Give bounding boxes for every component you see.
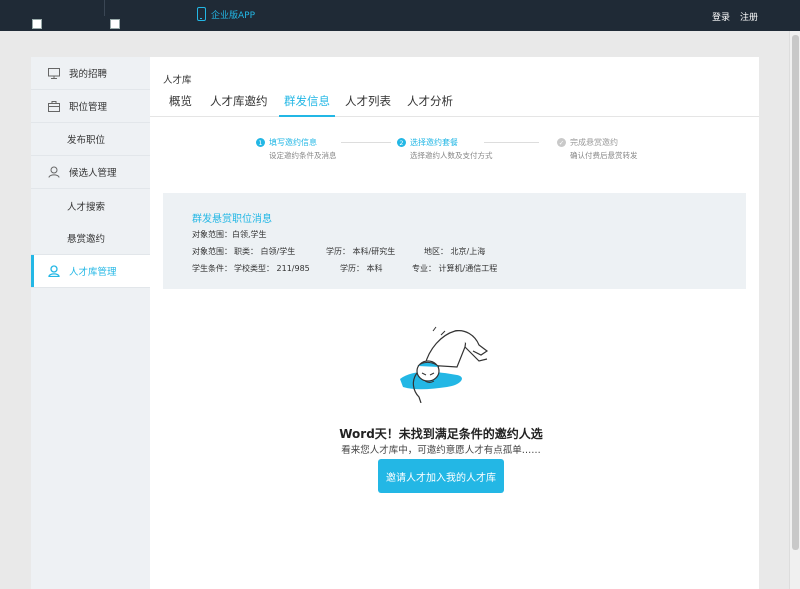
breadcrumb: 人才库 <box>163 75 192 86</box>
info-education: 学历： 本科 <box>340 264 383 273</box>
monitor-icon <box>48 67 60 79</box>
sidebar-item-label: 人才库管理 <box>69 267 117 278</box>
sidebar-item-reward-invite[interactable]: 悬赏邀约 <box>31 222 150 255</box>
sidebar-item-label: 悬赏邀约 <box>67 234 106 245</box>
sidebar-item-talent-search[interactable]: 人才搜索 <box>31 189 150 222</box>
info-target-detail: 对象范围： 职类： 白领/学生 学历： 本科/研究生 地区： 北京/上海 <box>192 246 485 257</box>
step-title: 选择邀约套餐 <box>410 138 458 147</box>
main-panel: 人才库 概览 人才库邀约 群发信息 人才列表 人才分析 1 填写邀约信息 设定邀约… <box>150 57 759 589</box>
briefcase-icon <box>48 100 60 112</box>
sidebar-item-label: 职位管理 <box>69 102 108 113</box>
sidebar-item-label: 候选人管理 <box>69 168 117 179</box>
progress-steps: 1 填写邀约信息 设定邀约条件及消息 2 选择邀约套餐 选择邀约人数及支付方式 ✓ 完… <box>150 137 759 167</box>
sidebar-item-candidate-management[interactable]: 候选人管理 <box>31 156 150 189</box>
info-title: 群发悬赏职位消息 <box>192 214 272 225</box>
step-complete-invite: ✓ 完成悬赏邀约 确认付费后悬赏转发 <box>557 137 638 161</box>
step-fill-invite-info: 1 填写邀约信息 设定邀约条件及消息 <box>256 137 337 161</box>
invite-talent-button[interactable]: 邀请人才加入我的人才库 <box>378 459 504 493</box>
register-link[interactable]: 注册 <box>740 10 758 23</box>
step-subtitle: 设定邀约条件及消息 <box>269 151 337 160</box>
tab-overview[interactable]: 概览 <box>169 93 192 117</box>
info-student-conditions: 学生条件： 学校类型： 211/985 学历： 本科 专业： 计算机/通信工程 <box>192 263 497 274</box>
info-education: 学历： 本科/研究生 <box>326 247 396 256</box>
empty-state-title: Word天！未找到满足条件的邀约人选 <box>339 427 543 441</box>
step-subtitle: 确认付费后悬赏转发 <box>570 151 638 160</box>
info-label: 对象范围： <box>192 247 232 256</box>
divider <box>104 0 105 16</box>
scrollbar-thumb[interactable] <box>792 35 799 550</box>
step-choose-package: 2 选择邀约套餐 选择邀约人数及支付方式 <box>397 137 493 161</box>
tab-talent-pool-invite[interactable]: 人才库邀约 <box>210 93 268 117</box>
sidebar-item-post-job[interactable]: 发布职位 <box>31 123 150 156</box>
empty-state-subtitle: 看来您人才库中，可邀约意愿人才有点孤单…… <box>341 445 541 456</box>
sidebar: 我的招聘 职位管理 发布职位 候选人管理 人才搜索 悬赏邀约 人才库管理 <box>31 57 150 589</box>
user-icon <box>48 265 60 277</box>
tab-talent-list[interactable]: 人才列表 <box>345 93 391 117</box>
enterprise-app-link[interactable]: 企业版APP <box>197 7 255 21</box>
sidebar-item-label: 发布职位 <box>67 135 106 146</box>
info-job-type: 职类： 白领/学生 <box>234 247 296 256</box>
phone-icon <box>197 7 206 21</box>
step-subtitle: 选择邀约人数及支付方式 <box>410 151 493 160</box>
logo-image-secondary[interactable] <box>110 19 120 29</box>
tab-talent-analysis[interactable]: 人才分析 <box>407 93 453 117</box>
login-link[interactable]: 登录 <box>712 10 730 23</box>
check-icon: ✓ <box>557 138 566 147</box>
step-title: 填写邀约信息 <box>269 138 317 147</box>
sidebar-item-talent-pool-management[interactable]: 人才库管理 <box>31 255 150 288</box>
logo-image[interactable] <box>32 19 42 29</box>
sidebar-item-my-recruitment[interactable]: 我的招聘 <box>31 57 150 90</box>
step-connector <box>484 142 539 143</box>
sidebar-item-job-management[interactable]: 职位管理 <box>31 90 150 123</box>
step-number: 1 <box>256 138 265 147</box>
top-navbar: 企业版APP 登录 注册 <box>0 0 800 31</box>
sidebar-item-label: 我的招聘 <box>69 69 108 80</box>
info-school-type: 学校类型： 211/985 <box>234 264 310 273</box>
tab-group-message[interactable]: 群发信息 <box>279 93 335 117</box>
step-number: 2 <box>397 138 406 147</box>
invite-info-box: 群发悬赏职位消息 对象范围：白领,学生 对象范围： 职类： 白领/学生 学历： … <box>163 193 746 289</box>
enterprise-app-label: 企业版APP <box>211 10 256 21</box>
tab-bar: 概览 人才库邀约 群发信息 人才列表 人才分析 <box>150 88 759 117</box>
info-target-scope: 对象范围：白领,学生 <box>192 230 267 239</box>
step-title: 完成悬赏邀约 <box>570 138 618 147</box>
info-label: 学生条件： <box>192 264 232 273</box>
info-major: 专业： 计算机/通信工程 <box>412 264 498 273</box>
crying-figure-illustration <box>400 326 489 403</box>
page-scrollbar[interactable] <box>789 31 800 589</box>
info-region: 地区： 北京/上海 <box>424 247 486 256</box>
step-connector <box>341 142 391 143</box>
sidebar-item-label: 人才搜索 <box>67 201 106 213</box>
user-icon <box>48 166 60 178</box>
